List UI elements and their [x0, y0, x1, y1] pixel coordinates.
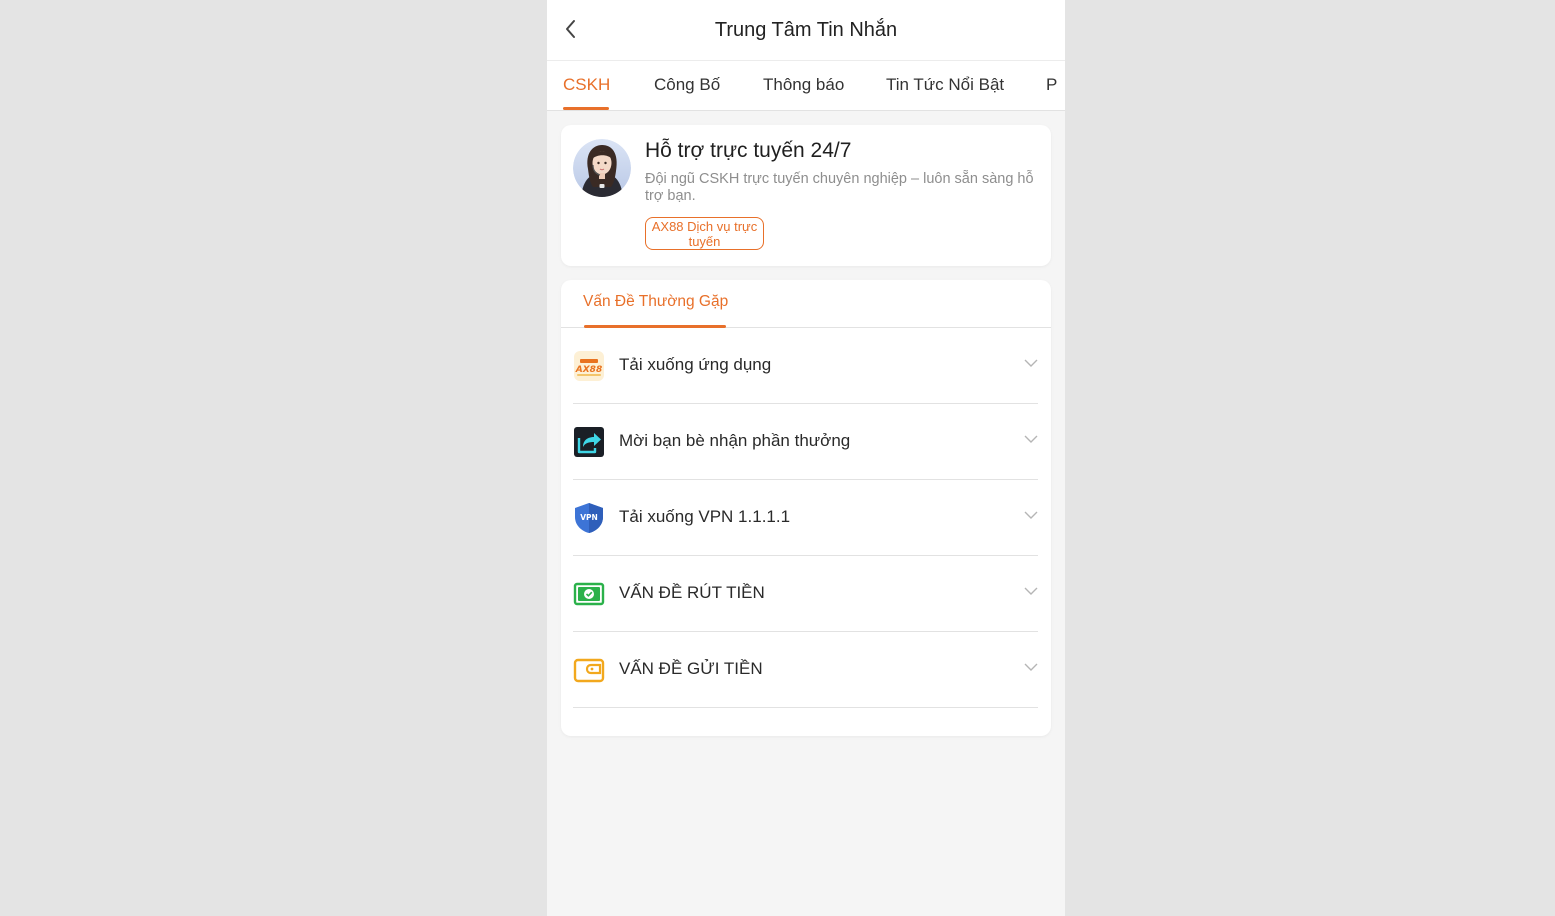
wallet-icon	[573, 658, 605, 683]
tab-cong-bo[interactable]: Công Bố	[654, 61, 720, 110]
vpn-shield-icon: VPN	[575, 503, 603, 533]
faq-item-label: Tải xuống VPN 1.1.1.1	[619, 507, 791, 526]
faq-item-deposit[interactable]: VẤN ĐỀ GỬI TIỀN	[573, 632, 1038, 708]
top-bar: Trung Tâm Tin Nhắn	[547, 0, 1065, 61]
tab-bar: CSKH Công Bố Thông báo Tin Tức Nổi Bật P	[547, 61, 1065, 111]
tab-tin-tuc-noi-bat[interactable]: Tin Tức Nổi Bật	[886, 61, 1004, 110]
active-tab-indicator	[563, 107, 609, 110]
faq-item-download-app[interactable]: AX88 Tải xuống ứng dụng	[573, 328, 1038, 404]
page-title: Trung Tâm Tin Nhắn	[714, 19, 898, 41]
ax88-app-icon: AX88	[574, 351, 604, 381]
svg-text:VPN: VPN	[580, 513, 598, 522]
faq-item-label: Mời bạn bè nhận phần thưởng	[619, 431, 851, 450]
faq-item-invite-friends[interactable]: Mời bạn bè nhận phần thưởng	[573, 404, 1038, 480]
support-description: Đội ngũ CSKH trực tuyến chuyên nghiệp – …	[645, 171, 1034, 204]
svg-text:AX88: AX88	[575, 365, 602, 375]
faq-header: Vấn Đề Thường Gặp	[561, 280, 1051, 328]
tab-cskh[interactable]: CSKH	[563, 61, 610, 110]
chevron-down-icon	[1024, 587, 1038, 595]
faq-item-withdrawal[interactable]: VẤN ĐỀ RÚT TIỀN	[573, 556, 1038, 632]
faq-card: Vấn Đề Thường Gặp AX88 Tải xuống ứng dụn…	[561, 280, 1051, 736]
faq-item-download-vpn[interactable]: VPN Tải xuống VPN 1.1.1.1	[573, 480, 1038, 556]
support-agent-avatar	[573, 139, 631, 197]
faq-item-label: Tải xuống ứng dụng	[619, 355, 772, 374]
chevron-down-icon	[1024, 359, 1038, 367]
tab-overflow[interactable]: P	[1046, 61, 1057, 110]
faq-item-label: VẤN ĐỀ RÚT TIỀN	[619, 583, 765, 602]
share-icon	[574, 427, 604, 457]
cash-icon	[573, 582, 605, 606]
chevron-down-icon	[1024, 511, 1038, 519]
tab-faq[interactable]: Vấn Đề Thường Gặp	[583, 280, 728, 327]
chevron-left-icon	[566, 20, 575, 38]
online-service-button[interactable]: AX88 Dịch vụ trực tuyến	[645, 217, 764, 250]
faq-item-label: VẤN ĐỀ GỬI TIỀN	[619, 659, 763, 678]
app-screen: Trung Tâm Tin Nhắn CSKH Công Bố Thông bá…	[547, 0, 1065, 916]
chevron-down-icon	[1024, 435, 1038, 443]
tab-thong-bao[interactable]: Thông báo	[763, 61, 844, 110]
back-button[interactable]	[559, 14, 583, 44]
support-card: Hỗ trợ trực tuyến 24/7 Đội ngũ CSKH trực…	[561, 125, 1051, 266]
support-title: Hỗ trợ trực tuyến 24/7	[645, 139, 852, 162]
chevron-down-icon	[1024, 663, 1038, 671]
